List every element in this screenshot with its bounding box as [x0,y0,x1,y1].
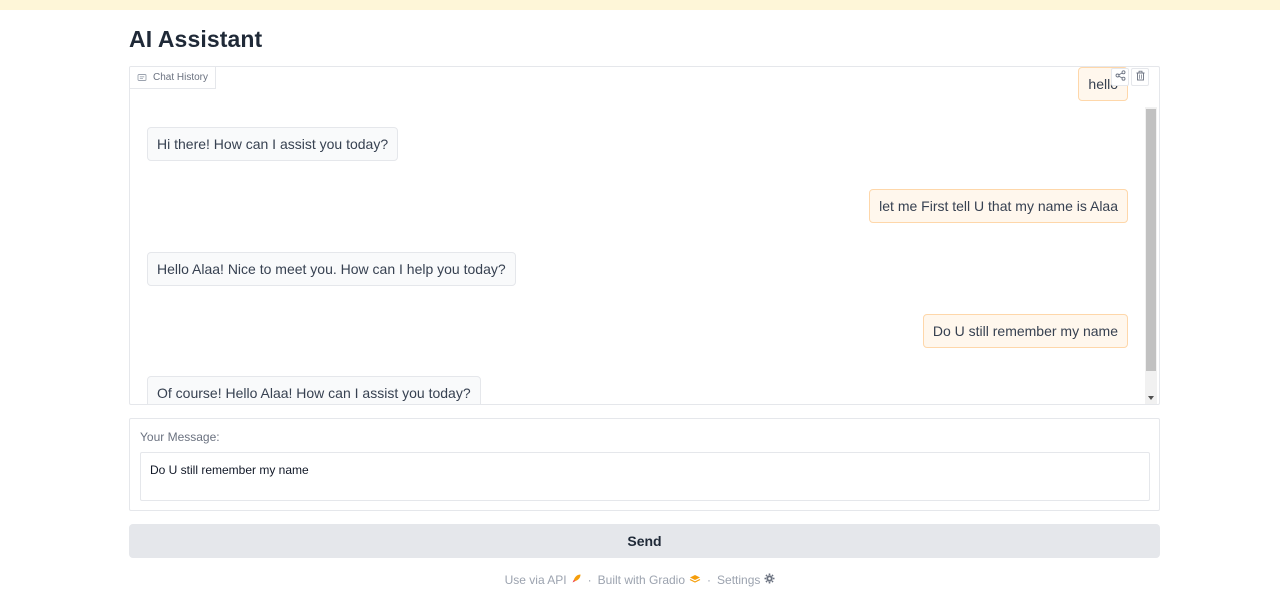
built-with-gradio-link[interactable]: Built with Gradio [598,573,701,587]
scrollbar-thumb[interactable] [1146,109,1156,371]
share-icon [1115,68,1126,86]
chat-message-user: let me First tell U that my name is Alaa [869,189,1128,223]
chatbot-panel: Chat History hello Hi there! How can I a… [129,66,1160,405]
share-button[interactable] [1111,68,1129,86]
page-title: AI Assistant [129,26,263,52]
message-input-label: Your Message: [140,430,220,444]
gradio-logo-icon [689,573,701,587]
message-textarea[interactable]: Do U still remember my name [140,452,1150,501]
footer-separator: · [587,573,592,587]
use-via-api-text: Use via API [504,573,567,587]
chat-message-bot: Hi there! How can I assist you today? [147,127,399,161]
chat-message-bot: Hello Alaa! Nice to meet you. How can I … [147,252,516,286]
built-with-gradio-text: Built with Gradio [597,573,686,587]
chat-message-user: Do U still remember my name [922,314,1128,348]
gear-icon [764,573,775,587]
footer: Use via API · Built with Gradio · Settin… [0,573,1280,587]
top-banner-strip [0,0,1280,10]
chat-scrollbar[interactable] [1145,107,1157,404]
message-input-block: Your Message: Do U still remember my nam… [129,418,1160,511]
scroll-down-arrow-icon[interactable] [1148,396,1154,400]
rocket-icon [571,573,582,587]
chat-history-label: Chat History [130,67,217,89]
chat-actions [1111,68,1149,86]
footer-separator: · [707,573,712,587]
trash-icon [1135,68,1146,86]
chat-bubble-icon [137,73,147,83]
settings-link[interactable]: Settings [717,573,775,587]
chat-history-label-text: Chat History [153,72,209,83]
chat-message-bot: Of course! Hello Alaa! How can I assist … [147,376,481,404]
settings-text: Settings [717,573,761,587]
clear-chat-button[interactable] [1131,68,1149,86]
use-via-api-link[interactable]: Use via API [505,573,582,587]
send-button[interactable]: Send [129,524,1160,558]
